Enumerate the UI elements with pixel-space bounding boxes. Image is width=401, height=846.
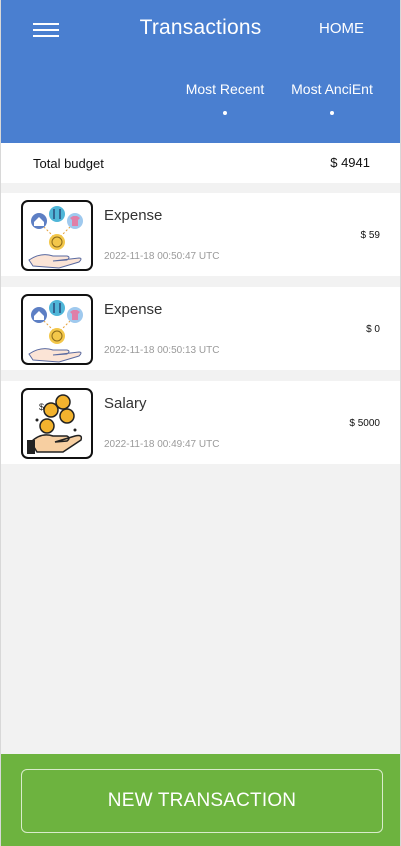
- transaction-name: Salary: [104, 395, 147, 412]
- transaction-name: Expense: [104, 301, 163, 318]
- app-header: Transactions HOME Most Recent Most AnciE…: [1, 0, 400, 143]
- transaction-date: 2022-11-18 00:49:47 UTC: [104, 439, 220, 450]
- home-link[interactable]: HOME: [319, 20, 364, 37]
- tab-indicator-dot: [330, 111, 334, 115]
- svg-text:$: $: [39, 402, 44, 412]
- transaction-item[interactable]: Expense 2022-11-18 00:50:13 UTC $ 0: [1, 287, 400, 370]
- expense-categories-icon: [21, 294, 93, 365]
- footer-bar: NEW TRANSACTION: [1, 754, 400, 846]
- tab-most-recent-label: Most Recent: [185, 81, 265, 97]
- transaction-amount: $ 59: [360, 230, 380, 241]
- transaction-name: Expense: [104, 207, 163, 224]
- total-budget-amount: $ 4941: [330, 155, 370, 170]
- total-budget-row: Total budget $ 4941: [1, 143, 400, 183]
- transaction-item[interactable]: $ Salary 2022-11-18 00:49:47 UTC $ 5000: [1, 381, 400, 464]
- tab-most-recent[interactable]: Most Recent: [185, 81, 265, 115]
- total-budget-label: Total budget: [33, 156, 104, 171]
- new-transaction-button[interactable]: NEW TRANSACTION: [21, 769, 383, 833]
- salary-coins-icon: $: [21, 388, 93, 459]
- transaction-date: 2022-11-18 00:50:13 UTC: [104, 345, 220, 356]
- tab-most-ancient-label: Most AnciEnt: [291, 81, 373, 97]
- transaction-item[interactable]: Expense 2022-11-18 00:50:47 UTC $ 59: [1, 193, 400, 276]
- transaction-date: 2022-11-18 00:50:47 UTC: [104, 251, 220, 262]
- tab-most-ancient[interactable]: Most AnciEnt: [289, 81, 375, 115]
- transaction-amount: $ 0: [366, 324, 380, 335]
- tab-indicator-dot: [223, 111, 227, 115]
- expense-categories-icon: [21, 200, 93, 271]
- transaction-amount: $ 5000: [349, 418, 380, 429]
